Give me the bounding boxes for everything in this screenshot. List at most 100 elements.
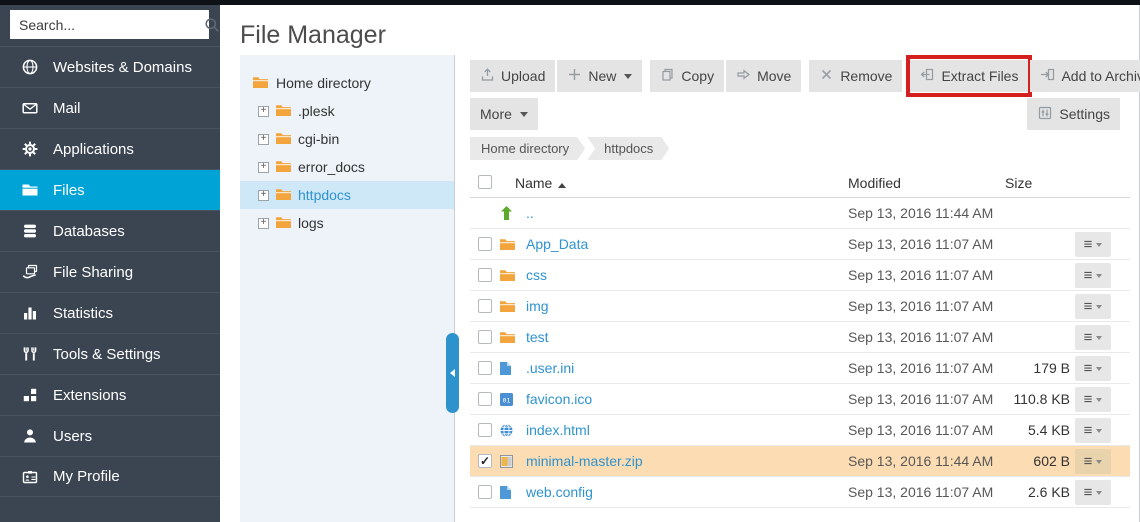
tree-item-home-directory[interactable]: Home directory [240,69,454,97]
more-button[interactable]: More [470,98,538,130]
file-link[interactable]: minimal-master.zip [526,453,643,469]
row-checkbox[interactable] [478,361,492,375]
sidebar-item-my-profile[interactable]: My Profile [0,456,220,497]
config-file-icon [500,486,511,499]
sidebar-item-statistics[interactable]: Statistics [0,292,220,333]
tree-item-error-docs[interactable]: + error_docs [240,153,454,181]
menu-icon: ≡ [1084,485,1093,500]
plus-icon [567,67,582,85]
file-link[interactable]: favicon.ico [526,391,592,407]
copy-button[interactable]: Copy [650,60,724,92]
file-link[interactable]: img [526,298,549,314]
sidebar-item-mail[interactable]: Mail [0,87,220,128]
row-checkbox[interactable] [478,268,492,282]
upload-button[interactable]: Upload [470,60,555,92]
breadcrumb-item-home-directory[interactable]: Home directory [470,137,585,160]
row-checkbox[interactable] [478,423,492,437]
column-header-modified[interactable]: Modified [848,175,901,191]
expand-toggle-icon[interactable]: + [258,218,269,229]
table-row[interactable]: test Sep 13, 2016 11:07 AM ≡ [470,322,1130,353]
secondary-toolbar: More Settings [470,98,1130,130]
sidebar-item-websites-domains[interactable]: Websites & Domains [0,46,220,87]
breadcrumb: Home directory httpdocs [470,137,669,160]
row-menu-button[interactable]: ≡ [1075,263,1111,288]
arrow-right-icon [736,67,751,85]
table-row[interactable]: 01 favicon.ico Sep 13, 2016 11:07 AM 110… [470,384,1130,415]
table-row-selected[interactable]: minimal-master.zip Sep 13, 2016 11:44 AM… [470,446,1130,477]
search-icon[interactable] [204,17,220,33]
extract-files-button[interactable]: Extract Files [910,60,1028,92]
file-link[interactable]: index.html [526,422,590,438]
select-all-checkbox[interactable] [478,175,492,189]
file-link[interactable]: css [526,267,547,283]
user-icon [20,427,40,445]
tree-item-plesk[interactable]: + .plesk [240,97,454,125]
row-menu-button[interactable]: ≡ [1075,356,1111,381]
file-link[interactable]: web.config [526,484,593,500]
row-checkbox[interactable] [478,330,492,344]
row-menu-button[interactable]: ≡ [1075,418,1111,443]
sidebar-item-label: Websites & Domains [53,59,192,76]
tree-collapse-handle[interactable] [446,333,459,413]
search-box[interactable] [10,10,209,39]
file-link[interactable]: .user.ini [526,360,574,376]
blocks-icon [20,386,40,404]
row-menu-button[interactable]: ≡ [1075,232,1111,257]
row-checkbox[interactable] [478,237,492,251]
search-input[interactable] [10,10,204,39]
folder-icon [500,331,515,343]
menu-icon: ≡ [1084,423,1093,438]
sidebar-item-databases[interactable]: Databases [0,210,220,251]
row-menu-button[interactable]: ≡ [1075,294,1111,319]
row-checkbox[interactable] [478,485,492,499]
tree-item-httpdocs[interactable]: + httpdocs [240,181,454,209]
table-row[interactable]: css Sep 13, 2016 11:07 AM ≡ [470,260,1130,291]
table-row[interactable]: img Sep 13, 2016 11:07 AM ≡ [470,291,1130,322]
row-checkbox-checked[interactable] [478,454,492,468]
new-button[interactable]: New [557,60,642,92]
file-link[interactable]: test [526,329,549,345]
table-row[interactable]: .user.ini Sep 13, 2016 11:07 AM 179 B ≡ [470,353,1130,384]
row-checkbox[interactable] [478,392,492,406]
expand-toggle-icon[interactable]: + [258,106,269,117]
column-header-name[interactable]: Name [515,175,566,191]
expand-toggle-icon[interactable]: + [258,190,269,201]
file-link[interactable]: .. [526,205,534,221]
sidebar-item-label: Extensions [53,387,126,404]
zip-file-icon [500,455,513,468]
expand-toggle-icon[interactable]: + [258,134,269,145]
tree-item-logs[interactable]: + logs [240,209,454,237]
sidebar-item-files[interactable]: Files [0,169,220,210]
tree-item-cgi-bin[interactable]: + cgi-bin [240,125,454,153]
expand-toggle-icon[interactable]: + [258,162,269,173]
row-menu-button[interactable]: ≡ [1075,325,1111,350]
file-table: Name Modified Size .. Sep 13, 2016 11:44… [470,171,1130,508]
row-menu-button[interactable]: ≡ [1075,449,1111,474]
sidebar-item-tools-settings[interactable]: Tools & Settings [0,333,220,374]
file-link[interactable]: App_Data [526,236,588,252]
sidebar-item-applications[interactable]: Applications [0,128,220,169]
row-checkbox[interactable] [478,299,492,313]
row-menu-button[interactable]: ≡ [1075,387,1111,412]
copy-icon [660,67,675,85]
breadcrumb-item-httpdocs[interactable]: httpdocs [587,137,669,160]
tree-item-label: Home directory [276,75,371,91]
table-row[interactable]: web.config Sep 13, 2016 11:07 AM 2.6 KB … [470,477,1130,508]
settings-button[interactable]: Settings [1027,98,1120,130]
table-row[interactable]: App_Data Sep 13, 2016 11:07 AM ≡ [470,229,1130,260]
svg-text:01: 01 [503,396,511,404]
folder-icon [276,187,291,203]
column-header-size[interactable]: Size [1005,175,1032,191]
table-row[interactable]: index.html Sep 13, 2016 11:07 AM 5.4 KB … [470,415,1130,446]
sidebar-item-extensions[interactable]: Extensions [0,374,220,415]
sidebar-item-label: My Profile [53,468,120,485]
table-row[interactable]: .. Sep 13, 2016 11:44 AM [470,198,1130,229]
move-button[interactable]: Move [726,60,801,92]
remove-button[interactable]: Remove [809,60,902,92]
sidebar-item-file-sharing[interactable]: File Sharing [0,251,220,292]
sidebar-item-users[interactable]: Users [0,415,220,456]
extract-icon [920,67,935,85]
add-to-archive-button[interactable]: Add to Archive [1030,60,1140,92]
tree-item-label: httpdocs [298,187,351,203]
row-menu-button[interactable]: ≡ [1075,480,1111,505]
